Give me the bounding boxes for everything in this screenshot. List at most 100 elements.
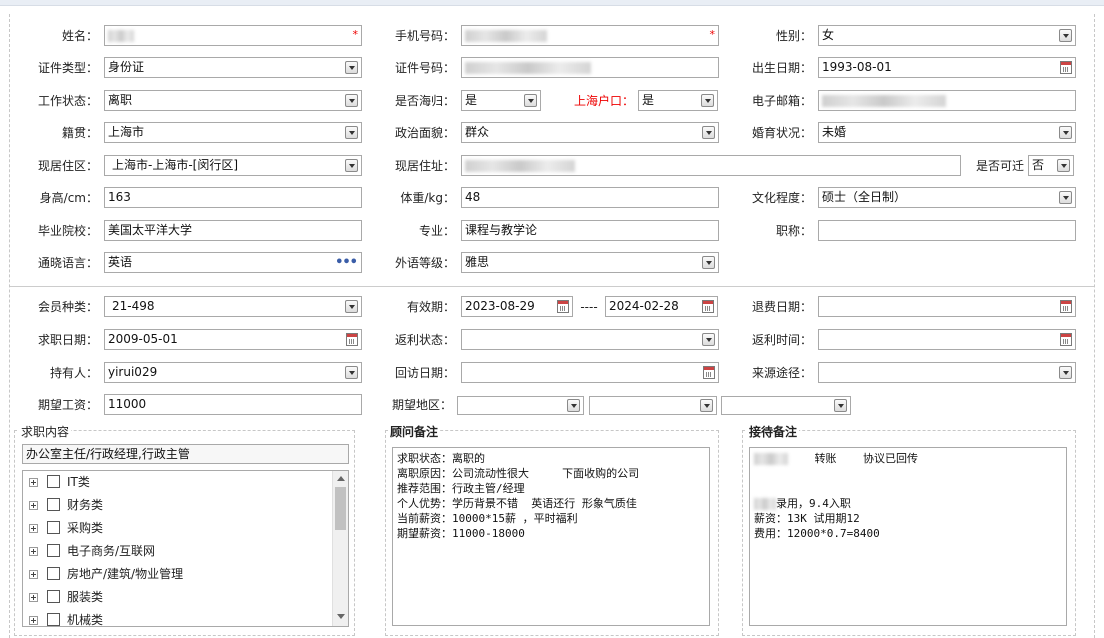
birth-date-field[interactable]: 1993-08-01 [818,57,1076,78]
major-field[interactable]: 课程与教学论 [461,220,719,241]
job-category-tree[interactable]: IT类 财务类 采购类 电子商务/互联网 房地产/建筑/物业管理 服装类 机械类 [22,470,349,627]
scroll-thumb[interactable] [335,487,346,530]
tree-item-label: 机械类 [67,613,104,627]
chevron-down-icon[interactable] [700,399,713,412]
region-select-3[interactable] [721,396,851,415]
chevron-down-icon[interactable] [701,94,714,107]
expand-icon[interactable] [29,570,38,579]
valid-from-field[interactable]: 2023-08-29 [461,296,573,317]
chevron-down-icon[interactable] [345,366,358,379]
move-select[interactable]: 否 [1028,155,1074,176]
expand-icon[interactable] [29,501,38,510]
checkbox[interactable] [47,544,60,557]
consultant-notes-textarea[interactable]: 求职状态：离职的 离职原因：公司流动性很大 下面收购的公司 推荐范围：行政主管/… [392,447,710,626]
chevron-down-icon[interactable] [702,333,715,346]
required-star: * [709,28,716,41]
chevron-down-icon[interactable] [345,159,358,172]
calendar-icon[interactable] [1060,300,1072,313]
chevron-down-icon[interactable] [345,126,358,139]
chevron-down-icon[interactable] [702,126,715,139]
title-label: 职称： [775,224,812,238]
checkbox[interactable] [47,521,60,534]
level-select[interactable]: 雅思 [461,252,719,273]
chevron-down-icon[interactable] [345,94,358,107]
name-field[interactable]: * [104,25,362,46]
edu-select[interactable]: 硕士（全日制） [818,187,1076,208]
tree-item-label: 服装类 [67,590,104,604]
chevron-down-icon[interactable] [702,256,715,269]
jobdate-field[interactable]: 2009-05-01 [104,329,362,350]
more-dots-icon[interactable]: ••• [335,253,358,272]
checkbox[interactable] [47,475,60,488]
school-field[interactable]: 美国太平洋大学 [104,220,362,241]
reception-notes-title: 接待备注 [747,423,800,440]
political-select[interactable]: 群众 [461,122,719,143]
rebate-select[interactable] [461,329,719,350]
calendar-icon[interactable] [1060,61,1072,74]
weight-field[interactable]: 48 [461,187,719,208]
chevron-down-icon[interactable] [1057,159,1070,172]
calendar-icon[interactable] [557,300,569,313]
expand-icon[interactable] [29,478,38,487]
chevron-down-icon[interactable] [1059,29,1072,42]
calendar-icon[interactable] [1060,333,1072,346]
region-select-1[interactable] [457,396,584,415]
reception-notes-textarea[interactable]: 转账 协议已回传 录用，9.4入职 薪资：13K 试用期12 费用：12000*… [749,447,1067,626]
job-summary-value: 办公室主任/行政经理,行政主管 [26,447,190,461]
member-select[interactable]: 21-498 [104,296,362,317]
work-select[interactable]: 离职 [104,90,362,111]
haigui-select[interactable]: 是 [461,90,541,111]
checkbox[interactable] [47,613,60,626]
phone-field[interactable]: * [461,25,719,46]
chevron-down-icon[interactable] [345,300,358,313]
refund-date-field[interactable] [818,296,1076,317]
calendar-icon[interactable] [702,300,714,313]
rebate-label: 返利状态： [394,333,455,347]
hukou-select[interactable]: 是 [638,90,718,111]
chevron-down-icon[interactable] [1059,191,1072,204]
expand-icon[interactable] [29,593,38,602]
region-select-2[interactable] [589,396,717,415]
idtype-select[interactable]: 身份证 [104,57,362,78]
visit-date-field[interactable] [461,362,719,383]
idno-field[interactable] [461,57,719,78]
weight-label: 体重/kg： [400,191,455,205]
expand-icon[interactable] [29,616,38,625]
checkbox[interactable] [47,590,60,603]
scroll-up-icon[interactable] [337,476,345,481]
reception-line: 录用，9.4入职 [754,496,1062,511]
address-field[interactable] [461,155,961,176]
origin-select[interactable]: 上海市 [104,122,362,143]
chevron-down-icon[interactable] [1059,126,1072,139]
chevron-down-icon[interactable] [834,399,847,412]
checkbox[interactable] [47,498,60,511]
expand-icon[interactable] [29,524,38,533]
rebatetime-field[interactable] [818,329,1076,350]
chevron-down-icon[interactable] [1059,366,1072,379]
title-field[interactable] [818,220,1076,241]
tree-scrollbar[interactable] [332,471,348,626]
chevron-down-icon[interactable] [567,399,580,412]
chevron-down-icon[interactable] [524,94,537,107]
calendar-icon[interactable] [703,366,715,379]
email-field[interactable] [818,90,1076,111]
calendar-icon[interactable] [346,333,358,346]
gender-select[interactable]: 女 [818,25,1076,46]
salary-field[interactable]: 11000 [104,394,362,415]
height-field[interactable]: 163 [104,187,362,208]
job-summary-field[interactable]: 办公室主任/行政经理,行政主管 [22,444,349,464]
source-select[interactable] [818,362,1076,383]
scroll-down-icon[interactable] [337,614,345,619]
reception-line-1: 转账 协议已回传 [814,452,919,465]
holder-select[interactable]: yirui029 [104,362,362,383]
reception-line-4: 费用：12000*0.7=8400 [754,527,880,540]
reception-line-2: 录用，9.4入职 [776,497,851,510]
lang-field[interactable]: 英语 ••• [104,252,362,273]
chevron-down-icon[interactable] [345,61,358,74]
area-select[interactable]: 上海市-上海市-[闵行区] [104,155,362,176]
valid-to-field[interactable]: 2024-02-28 [605,296,718,317]
marital-select[interactable]: 未婚 [818,122,1076,143]
checkbox[interactable] [47,567,60,580]
expand-icon[interactable] [29,547,38,556]
member-value: 21-498 [112,299,155,313]
